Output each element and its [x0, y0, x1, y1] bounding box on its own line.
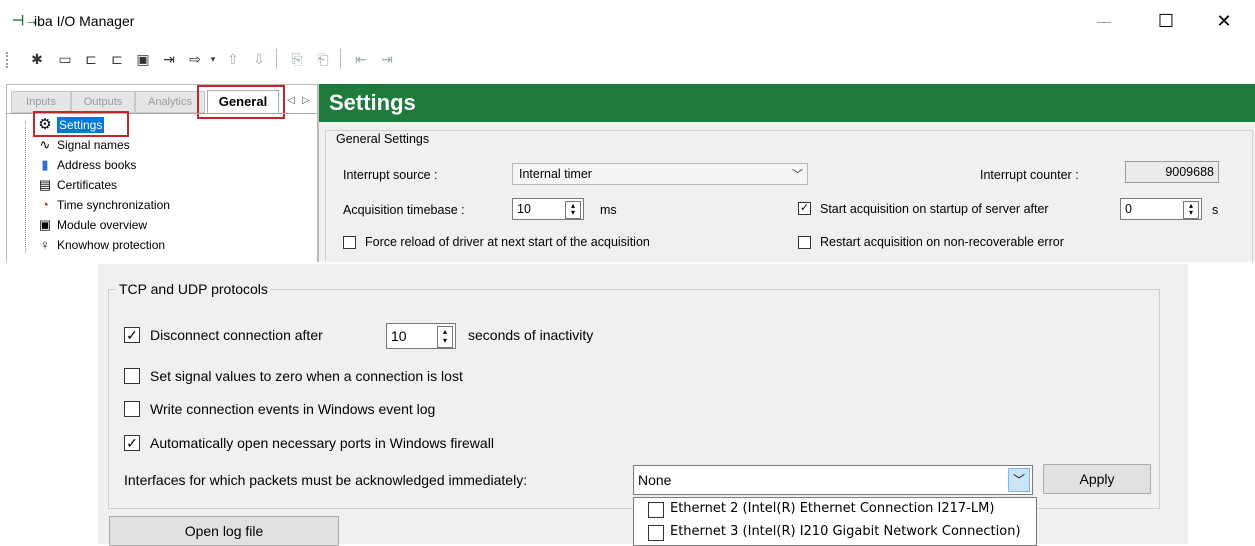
start-delay-input[interactable]: 0 ▴ ▾	[1120, 198, 1202, 220]
force-reload-checkbox[interactable]	[343, 236, 356, 249]
timebase-unit: ms	[600, 203, 617, 217]
tree-item-label: Time synchronization	[57, 198, 170, 212]
minimize-button[interactable]: —	[1084, 10, 1124, 34]
tree-item-address-books[interactable]: ▮ Address books	[37, 155, 136, 175]
ethernet-2-checkbox[interactable]	[648, 502, 664, 518]
new-icon[interactable]: ✱	[28, 50, 46, 68]
start-on-startup-label: Start acquisition on startup of server a…	[820, 202, 1049, 216]
interfaces-combo[interactable]: None ﹀	[633, 465, 1033, 495]
tree-item-certificates[interactable]: ▤ Certificates	[37, 175, 117, 195]
event-log-checkbox[interactable]	[124, 401, 140, 417]
book-icon: ▮	[41, 157, 49, 172]
module-overview-icon: ▣	[38, 217, 52, 232]
disconnect-seconds-spinner[interactable]: ▴ ▾	[437, 326, 453, 348]
disconnect-seconds-input[interactable]: 10 ▴ ▾	[386, 323, 456, 349]
zero-values-label: Set signal values to zero when a connect…	[150, 368, 463, 384]
move-up-icon[interactable]: ⇧	[224, 50, 242, 68]
interfaces-value: None	[638, 472, 672, 488]
back-icon[interactable]: ⇤	[352, 50, 370, 68]
toolbar-separator	[340, 49, 341, 69]
close-button[interactable]: ✕	[1204, 10, 1244, 34]
settings-highlight	[33, 111, 129, 137]
tree-item-label: Signal names	[57, 138, 130, 152]
window-title: iba I/O Manager	[34, 13, 135, 29]
tab-outputs[interactable]: Outputs	[71, 91, 135, 113]
force-reload-label: Force reload of driver at next start of …	[365, 235, 650, 249]
interrupt-counter-value: 9009688	[1125, 161, 1219, 183]
tab-scroll-left-icon[interactable]: ◁	[287, 95, 295, 106]
signal-icon: ∿	[39, 137, 51, 152]
apply-button[interactable]: Apply	[1043, 464, 1151, 494]
save-server-icon[interactable]: ⊏	[82, 50, 100, 68]
settings-panel: Settings General Settings Interrupt sour…	[318, 84, 1255, 262]
toolbar-grip	[6, 52, 10, 68]
open-folder-icon[interactable]: ▭	[56, 50, 74, 68]
forward-icon[interactable]: ⇥	[378, 50, 396, 68]
tree-connector	[25, 121, 27, 253]
tab-inputs[interactable]: Inputs	[11, 91, 71, 113]
tree-item-label: Module overview	[57, 218, 148, 232]
title-bar: ⊣→ iba I/O Manager — ☐ ✕	[0, 0, 1255, 42]
zero-values-checkbox[interactable]	[124, 368, 140, 384]
start-delay-value: 0	[1125, 202, 1132, 216]
settings-header: Settings	[319, 84, 1255, 122]
restart-checkbox[interactable]	[798, 236, 811, 249]
import-icon[interactable]: ⇥	[160, 50, 178, 68]
tree-item-signal-names[interactable]: ∿ Signal names	[37, 135, 130, 155]
move-down-icon[interactable]: ⇩	[250, 50, 268, 68]
tree-item-label: Certificates	[57, 178, 118, 192]
key-icon: ♀	[40, 237, 50, 252]
tree-item-knowhow-protection[interactable]: ♀ Knowhow protection	[37, 235, 165, 255]
chevron-down-icon: ﹀	[792, 169, 803, 181]
tab-scroll-right-icon[interactable]: ▷	[302, 95, 310, 106]
tab-analytics[interactable]: Analytics	[135, 91, 205, 113]
paste-icon[interactable]: ⎗	[314, 50, 332, 68]
ethernet-2-option[interactable]: Ethernet 2 (Intel(R) Ethernet Connection…	[670, 501, 994, 516]
tree-item-label: Knowhow protection	[57, 238, 166, 252]
io-manager-window: ⊣→ iba I/O Manager — ☐ ✕ ✱ ▭ ⊏ ⊏ ▣ ⇥ ⇨ ▾…	[0, 0, 1255, 262]
interrupt-counter-label: Interrupt counter :	[980, 168, 1079, 182]
chevron-down-icon[interactable]: ﹀	[1008, 468, 1030, 492]
disconnect-checkbox[interactable]: ✓	[124, 327, 140, 343]
ethernet-3-option[interactable]: Ethernet 3 (Intel(R) I210 Gigabit Networ…	[670, 524, 1021, 539]
copy-icon[interactable]: ⎘	[288, 50, 306, 68]
clock-icon: ◔	[41, 197, 49, 212]
maximize-button[interactable]: ☐	[1146, 10, 1186, 34]
certificate-icon: ▤	[38, 177, 52, 192]
general-settings-title: General Settings	[333, 132, 433, 146]
tree-item-label: Address books	[57, 158, 137, 172]
timebase-spinner[interactable]: ▴ ▾	[565, 201, 581, 219]
export-icon[interactable]: ⇨	[186, 50, 204, 68]
interfaces-label: Interfaces for which packets must be ack…	[124, 472, 528, 488]
timebase-label: Acquisition timebase :	[343, 203, 465, 217]
interrupt-source-label: Interrupt source :	[343, 168, 438, 182]
firewall-label: Automatically open necessary ports in Wi…	[150, 435, 494, 451]
timebase-input[interactable]: 10 ▴ ▾	[512, 198, 584, 220]
tree-item-module-overview[interactable]: ▣ Module overview	[37, 215, 147, 235]
toolbar: ✱ ▭ ⊏ ⊏ ▣ ⇥ ⇨ ▾ ⇧ ⇩ ⎘ ⎗ ⇤ ⇥	[0, 42, 1255, 76]
start-delay-unit: s	[1212, 203, 1219, 217]
start-delay-spinner[interactable]: ▴ ▾	[1183, 201, 1199, 219]
restart-label: Restart acquisition on non-recoverable e…	[820, 235, 1064, 249]
save-icon[interactable]: ▣	[134, 50, 152, 68]
firewall-checkbox[interactable]: ✓	[124, 435, 140, 451]
navigation-panel: Inputs Outputs Analytics General ◁ ▷ ⚙ Se…	[6, 84, 318, 262]
interrupt-source-combo[interactable]: Internal timer ﹀	[512, 163, 808, 185]
disconnect-seconds-value: 10	[391, 328, 407, 344]
save-client-icon[interactable]: ⊏	[108, 50, 126, 68]
ethernet-3-checkbox[interactable]	[648, 525, 664, 541]
interrupt-source-value: Internal timer	[519, 167, 592, 181]
start-on-startup-checkbox[interactable]: ✓	[798, 202, 811, 215]
interfaces-dropdown-list: Ethernet 2 (Intel(R) Ethernet Connection…	[633, 497, 1037, 546]
export-dropdown-icon[interactable]: ▾	[204, 50, 222, 68]
toolbar-separator	[276, 49, 277, 69]
disconnect-suffix: seconds of inactivity	[468, 327, 594, 343]
tcp-udp-group-title: TCP and UDP protocols	[116, 281, 271, 297]
tree-item-time-synchronization[interactable]: ◔ Time synchronization	[37, 195, 170, 215]
disconnect-label: Disconnect connection after	[150, 327, 323, 343]
timebase-value: 10	[517, 202, 531, 216]
open-log-file-button[interactable]: Open log file	[109, 516, 339, 546]
event-log-label: Write connection events in Windows event…	[150, 401, 436, 417]
